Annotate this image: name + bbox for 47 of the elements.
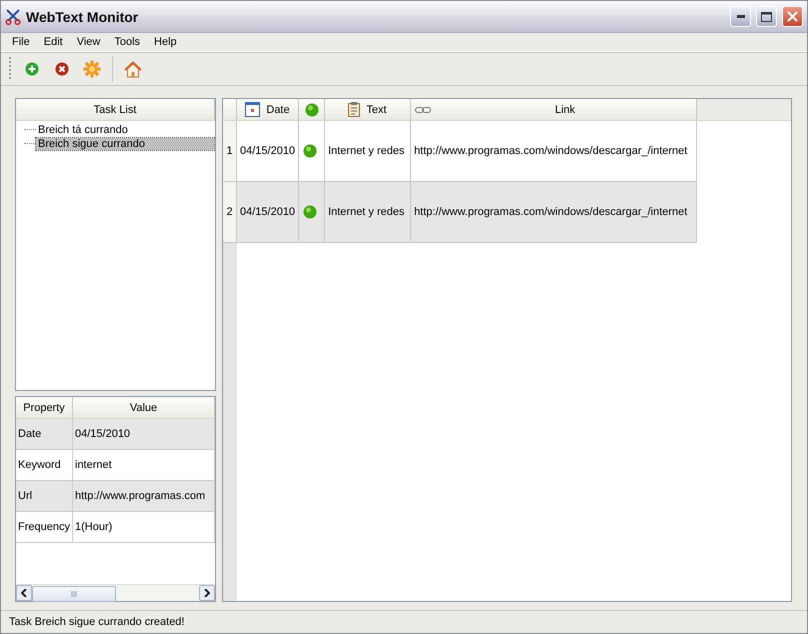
status-dot-icon bbox=[303, 205, 318, 219]
tree-item[interactable]: Breich tá currando bbox=[36, 124, 130, 136]
table-cell: Internet y redes bbox=[325, 182, 412, 242]
minimize-icon bbox=[736, 15, 744, 18]
status-dot-icon bbox=[303, 144, 318, 158]
home-icon bbox=[124, 60, 142, 78]
table-cell: Keyword bbox=[16, 450, 73, 480]
column-header[interactable]: Date bbox=[237, 99, 299, 120]
menu-item[interactable]: Tools bbox=[107, 36, 148, 48]
table-cell: 1(Hour) bbox=[73, 512, 215, 542]
column-header[interactable]: Text bbox=[325, 99, 411, 120]
menu-item[interactable]: View bbox=[70, 36, 108, 48]
close-icon bbox=[787, 11, 798, 22]
row-number: 1 bbox=[223, 121, 237, 181]
table-cell: Date bbox=[16, 419, 73, 449]
status-dot-icon bbox=[304, 102, 318, 116]
delete-icon bbox=[55, 62, 69, 76]
calendar-icon bbox=[245, 102, 260, 117]
column-header[interactable]: Value bbox=[73, 397, 215, 418]
minimize-button[interactable] bbox=[730, 6, 751, 27]
status-text: Task Breich sigue currando created! bbox=[9, 616, 184, 628]
maximize-icon bbox=[761, 12, 772, 22]
clipboard-icon bbox=[348, 102, 360, 117]
window-title: WebText Monitor bbox=[26, 8, 140, 24]
table-cell: Frequency bbox=[16, 512, 73, 542]
table-cell: http://www.programas.com bbox=[73, 481, 215, 511]
menu-item[interactable]: Help bbox=[147, 36, 184, 48]
column-header[interactable]: Task List bbox=[16, 99, 215, 120]
column-header[interactable]: Property bbox=[16, 397, 73, 418]
table-cell: http://www.programas.com/windows/descargar_/internet bbox=[411, 182, 698, 242]
maximize-button[interactable] bbox=[756, 6, 777, 27]
grip-icon bbox=[70, 591, 78, 597]
scissors-icon bbox=[5, 8, 21, 24]
table-cell: 04/15/2010 bbox=[237, 182, 300, 242]
menu-item[interactable]: Edit bbox=[36, 36, 70, 48]
tree-item[interactable]: Breich sigue currando bbox=[36, 138, 214, 150]
horizontal-scrollbar[interactable] bbox=[16, 584, 215, 601]
close-button[interactable] bbox=[782, 6, 803, 27]
menu-item[interactable]: File bbox=[5, 36, 37, 48]
table-cell: 04/15/2010 bbox=[73, 419, 215, 449]
table-cell: 04/15/2010 bbox=[237, 121, 300, 181]
chain-link-icon bbox=[415, 106, 431, 114]
asterisk-icon bbox=[83, 60, 101, 78]
plus-icon bbox=[25, 62, 39, 76]
row-number: 2 bbox=[223, 182, 237, 242]
table-cell: Url bbox=[16, 481, 73, 511]
table-cell: internet bbox=[73, 450, 215, 480]
